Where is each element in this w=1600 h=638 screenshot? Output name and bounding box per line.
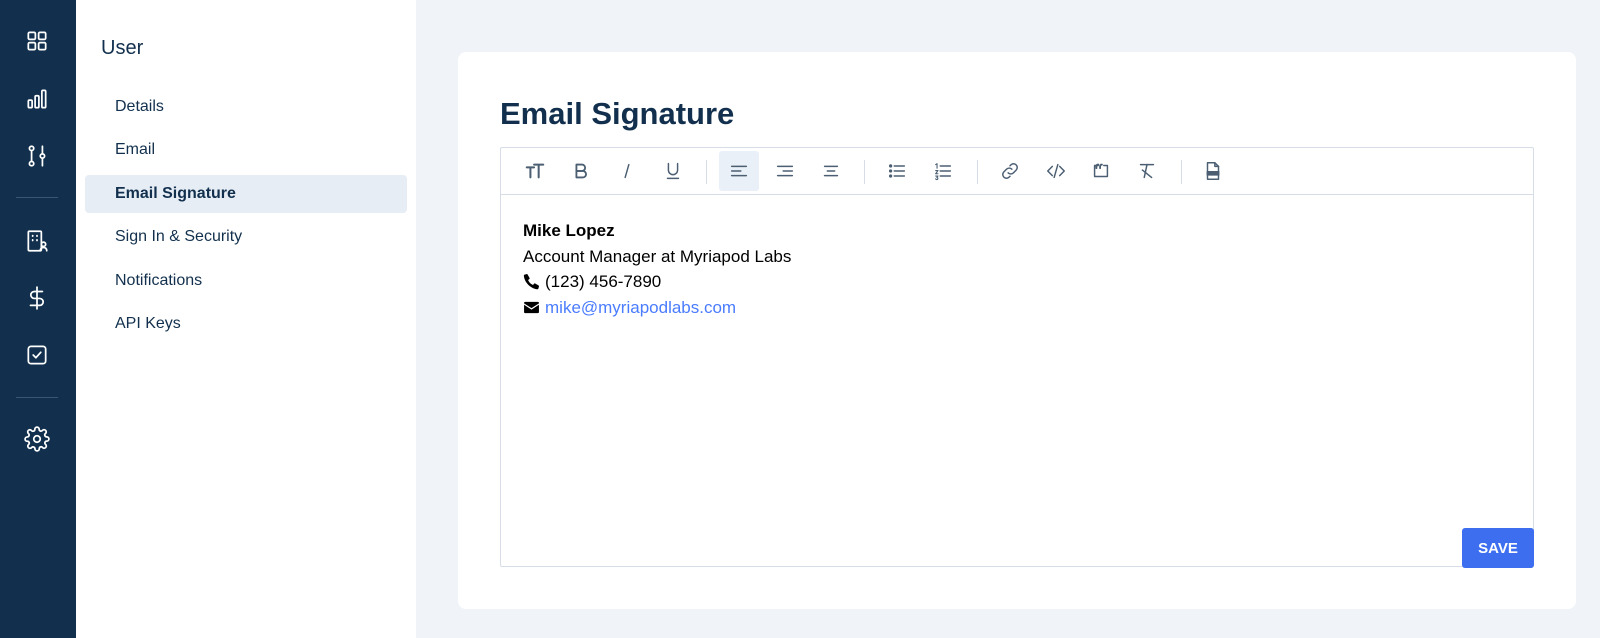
envelope-icon (524, 301, 539, 313)
italic-icon (624, 163, 630, 179)
subnav-title: User (101, 37, 144, 59)
subnav-item-sign-in-security[interactable]: Sign In & Security (85, 218, 407, 256)
numbered-list-button[interactable] (923, 151, 963, 191)
code-icon (1047, 163, 1065, 179)
clear-format-button[interactable] (1127, 151, 1167, 191)
html-source-button[interactable] (1193, 151, 1233, 191)
dashboard-grid-icon[interactable] (22, 26, 52, 56)
align-right-button[interactable] (765, 151, 805, 191)
subnav-item-details[interactable]: Details (85, 88, 407, 126)
save-button[interactable]: SAVE (1462, 528, 1534, 568)
bullet-list-icon (888, 164, 906, 178)
user-settings-nav: User Details Email Email Signature Sign … (76, 0, 416, 638)
signature-phone: (123) 456-7890 (545, 272, 662, 291)
blockquote-button[interactable] (1081, 151, 1121, 191)
toolbar-separator (977, 160, 978, 184)
clear-format-icon (1139, 163, 1155, 179)
italic-button[interactable] (607, 151, 647, 191)
editor-toolbar (501, 148, 1533, 195)
checkbox-icon[interactable] (22, 340, 52, 370)
font-size-button[interactable] (515, 151, 555, 191)
bold-button[interactable] (561, 151, 601, 191)
toolbar-separator (706, 160, 707, 184)
building-icon[interactable] (22, 226, 52, 256)
rich-text-editor: Mike Lopez Account Manager at Myriapod L… (500, 147, 1534, 567)
signature-role: Account Manager at Myriapod Labs (523, 246, 792, 266)
align-right-icon (776, 165, 794, 177)
page-title: Email Signature (500, 96, 735, 131)
icon-rail (0, 0, 76, 638)
pipeline-icon[interactable] (22, 141, 52, 171)
bullet-list-button[interactable] (877, 151, 917, 191)
text-size-icon (525, 163, 545, 179)
align-left-icon (730, 165, 748, 177)
align-center-icon (823, 165, 839, 177)
signature-email-link[interactable]: mike@myriapodlabs.com (545, 295, 736, 321)
bar-chart-icon[interactable] (22, 84, 52, 114)
link-icon (1002, 163, 1018, 179)
phone-icon (523, 274, 539, 290)
gear-icon[interactable] (22, 424, 52, 454)
subnav-item-email[interactable]: Email (85, 131, 407, 169)
link-button[interactable] (990, 151, 1030, 191)
dollar-icon[interactable] (22, 283, 52, 313)
rail-divider (16, 197, 58, 198)
editor-content[interactable]: Mike Lopez Account Manager at Myriapod L… (523, 218, 791, 320)
align-center-button[interactable] (811, 151, 851, 191)
quote-icon (1093, 163, 1109, 178)
subnav-item-api-keys[interactable]: API Keys (85, 305, 407, 343)
underline-button[interactable] (653, 151, 693, 191)
code-button[interactable] (1036, 151, 1076, 191)
align-left-button[interactable] (719, 151, 759, 191)
toolbar-separator (1181, 160, 1182, 184)
subnav-item-notifications[interactable]: Notifications (85, 262, 407, 300)
html-file-icon (1206, 162, 1220, 180)
signature-card: Email Signature Mike Lopez Account Manag… (458, 52, 1576, 609)
underline-icon (666, 162, 680, 180)
toolbar-separator (864, 160, 865, 184)
bold-icon (575, 163, 587, 179)
subnav-item-email-signature[interactable]: Email Signature (85, 175, 407, 213)
rail-divider (16, 397, 58, 398)
signature-name: Mike Lopez (523, 221, 615, 240)
numbered-list-icon (935, 163, 952, 181)
